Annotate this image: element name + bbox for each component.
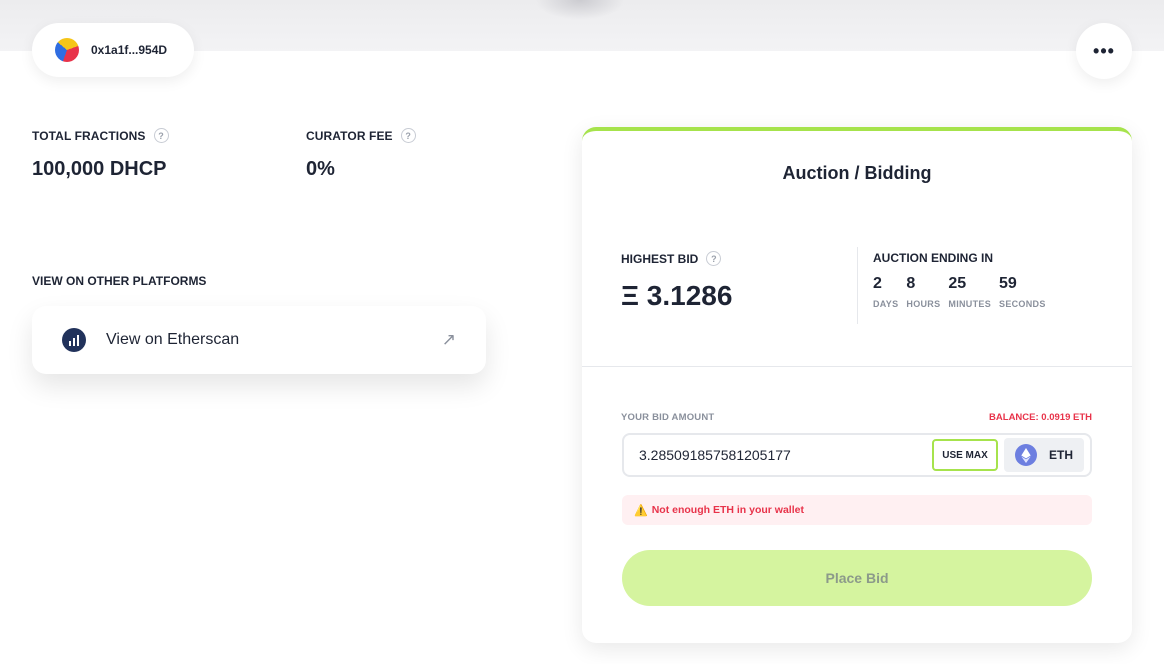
wallet-balance: BALANCE: 0.0919 ETH	[989, 412, 1092, 423]
countdown-seconds: 59 SECONDS	[999, 275, 1046, 309]
external-link-icon: ↗	[441, 330, 456, 349]
etherscan-link[interactable]: View on Etherscan ↗	[32, 306, 486, 374]
countdown-minutes: 25 MINUTES	[948, 275, 991, 309]
token-name: ETH	[1049, 448, 1073, 462]
insufficient-funds-alert: ⚠️ Not enough ETH in your wallet	[622, 495, 1092, 525]
countdown-days: 2 DAYS	[873, 275, 898, 309]
bid-amount-label: YOUR BID AMOUNT	[621, 412, 715, 423]
help-icon[interactable]: ?	[400, 128, 416, 143]
more-options-button[interactable]: •••	[1076, 23, 1132, 79]
wallet-avatar-icon	[55, 38, 79, 62]
countdown-unit: SECONDS	[999, 299, 1046, 309]
etherscan-icon	[62, 328, 86, 352]
wallet-address: 0x1a1f...954D	[91, 43, 168, 57]
countdown-value: 25	[948, 275, 967, 292]
countdown-unit: MINUTES	[948, 299, 992, 309]
highest-bid-label: HIGHEST BID	[621, 251, 699, 266]
curator-fee-value: 0%	[306, 158, 335, 180]
help-icon[interactable]: ?	[706, 251, 722, 266]
total-fractions-value: 100,000 DHCP	[32, 158, 167, 180]
countdown-value: 2	[873, 275, 882, 292]
etherscan-label: View on Etherscan	[106, 331, 240, 348]
auction-title: Auction / Bidding	[782, 163, 932, 183]
countdown-unit: DAYS	[873, 299, 899, 309]
divider	[857, 247, 858, 324]
help-icon[interactable]: ?	[153, 128, 169, 143]
bid-amount-input[interactable]	[624, 435, 932, 475]
auction-ending-label: AUCTION ENDING IN	[873, 251, 993, 265]
use-max-button[interactable]: USE MAX	[932, 439, 998, 471]
countdown: 2 DAYS 8 HOURS 25 MINUTES 59 SECONDS	[873, 275, 1054, 309]
highest-bid-block: HIGHEST BID ? Ξ 3.1286	[621, 251, 732, 312]
auction-countdown-block: AUCTION ENDING IN 2 DAYS 8 HOURS 25 MINU…	[873, 251, 1054, 309]
platforms-heading: VIEW ON OTHER PLATFORMS	[32, 274, 207, 288]
curator-fee-stat: CURATOR FEE ? 0%	[306, 128, 416, 181]
countdown-value: 59	[999, 275, 1017, 292]
countdown-value: 8	[906, 275, 916, 292]
total-fractions-stat: TOTAL FRACTIONS ? 100,000 DHCP	[32, 128, 169, 181]
highest-bid-value: Ξ 3.1286	[621, 280, 733, 311]
warning-text: Not enough ETH in your wallet	[651, 504, 804, 516]
auction-panel: Auction / Bidding HIGHEST BID ? Ξ 3.1286…	[582, 127, 1132, 643]
more-icon: •••	[1093, 40, 1115, 61]
total-fractions-label: TOTAL FRACTIONS	[32, 128, 146, 143]
warning-icon: ⚠️	[634, 504, 648, 517]
divider	[582, 366, 1132, 367]
eth-icon	[1015, 444, 1037, 466]
countdown-hours: 8 HOURS	[906, 275, 940, 309]
token-selector: ETH	[1004, 438, 1084, 472]
curator-fee-label: CURATOR FEE	[306, 128, 393, 143]
countdown-unit: HOURS	[906, 299, 941, 309]
place-bid-button[interactable]: Place Bid	[622, 550, 1092, 606]
wallet-button[interactable]: 0x1a1f...954D	[32, 23, 194, 77]
bid-input-group: USE MAX ETH	[622, 433, 1092, 477]
